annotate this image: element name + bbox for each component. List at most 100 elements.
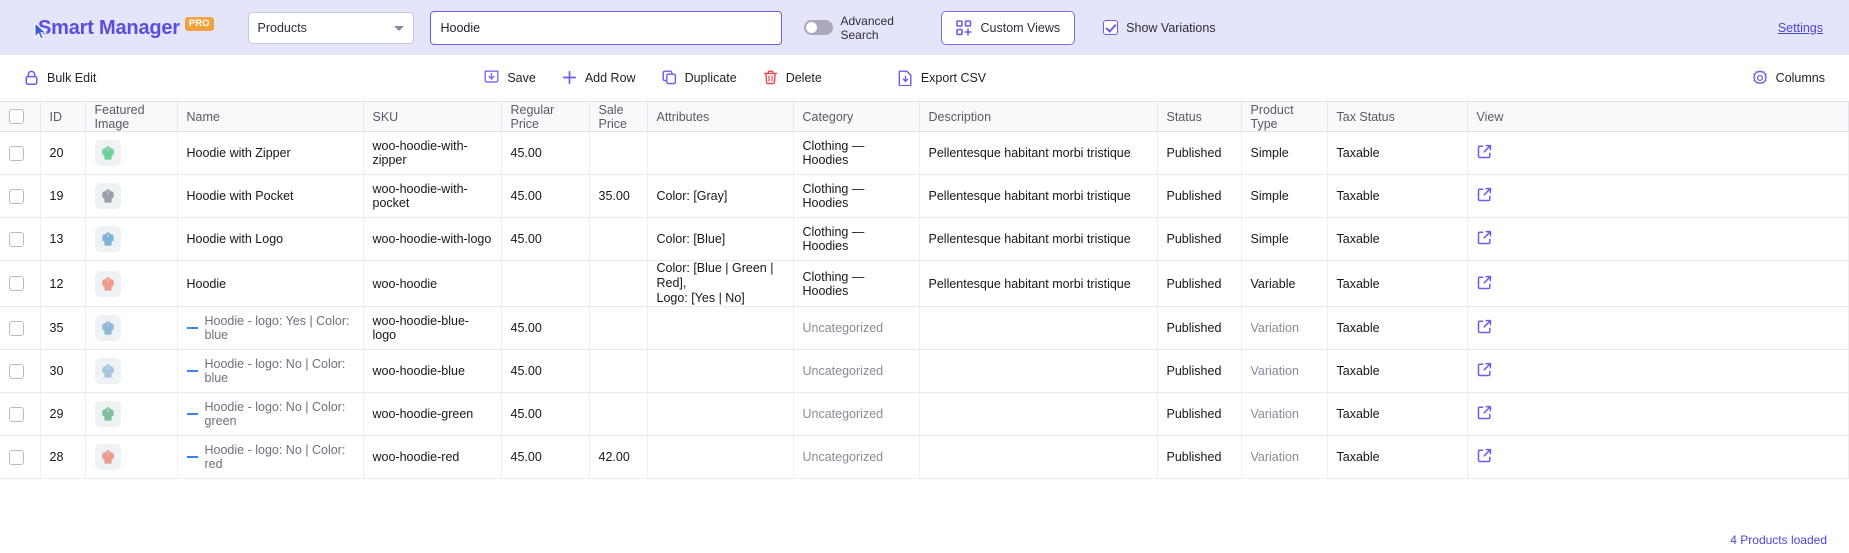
row-checkbox[interactable] [9, 231, 24, 247]
column-header-id[interactable]: ID [40, 101, 86, 132]
cell-regular-price[interactable]: 45.00 [501, 217, 590, 261]
cell-status[interactable]: Published [1157, 392, 1242, 436]
external-link-icon[interactable] [1477, 275, 1492, 290]
column-header-attributes[interactable]: Attributes [647, 101, 794, 132]
cell-tax-status[interactable]: Taxable [1327, 174, 1468, 218]
table-row[interactable]: 12 Hoodie woo-hoodie Color: [Blue | Green |… [0, 260, 1849, 307]
row-select-cell[interactable] [0, 435, 41, 479]
column-header-category[interactable]: Category [793, 101, 920, 132]
cell-name[interactable]: Hoodie - logo: No | Color: red [177, 435, 364, 479]
cell-status[interactable]: Published [1157, 131, 1242, 175]
external-link-icon[interactable] [1477, 448, 1492, 463]
table-row[interactable]: 30 Hoodie - logo: No | Color: blue woo-hoo… [0, 349, 1849, 393]
checkbox-checked-icon[interactable] [1103, 20, 1119, 35]
cell-description[interactable] [919, 392, 1158, 436]
cell-id[interactable]: 30 [40, 349, 86, 393]
cell-sku[interactable]: woo-hoodie [363, 260, 502, 307]
cell-tax-status[interactable]: Taxable [1327, 217, 1468, 261]
cell-description[interactable] [919, 349, 1158, 393]
cell-product-type[interactable]: Variable [1241, 260, 1328, 307]
cell-sku[interactable]: woo-hoodie-with-pocket [363, 174, 502, 218]
external-link-icon[interactable] [1477, 362, 1492, 377]
external-link-icon[interactable] [1477, 405, 1492, 420]
column-header-view[interactable]: View [1467, 101, 1849, 132]
column-header-sale-price[interactable]: Sale Price [589, 101, 648, 132]
cell-id[interactable]: 29 [40, 392, 86, 436]
cell-name[interactable]: Hoodie - logo: No | Color: green [177, 392, 364, 436]
custom-views-button[interactable]: Custom Views [940, 10, 1076, 45]
show-variations-checkbox[interactable]: Show Variations [1103, 20, 1216, 35]
cell-product-type[interactable]: Variation [1241, 435, 1328, 479]
cell-featured-image[interactable] [85, 349, 178, 393]
module-select[interactable]: Products [247, 11, 414, 44]
cell-name[interactable]: Hoodie - logo: No | Color: blue [177, 349, 364, 393]
cell-regular-price[interactable]: 45.00 [501, 435, 590, 479]
cell-sku[interactable]: woo-hoodie-with-zipper [363, 131, 502, 175]
cell-id[interactable]: 20 [40, 131, 86, 175]
cell-sku[interactable]: woo-hoodie-red [363, 435, 502, 479]
cell-description[interactable]: Pellentesque habitant morbi tristique [919, 260, 1158, 307]
column-header-product-type[interactable]: Product Type [1241, 101, 1328, 132]
cell-name[interactable]: Hoodie with Zipper [177, 131, 364, 175]
cell-view[interactable] [1467, 392, 1849, 436]
cell-view[interactable] [1467, 217, 1849, 261]
cell-tax-status[interactable]: Taxable [1327, 306, 1468, 350]
cell-category[interactable]: Uncategorized [793, 392, 920, 436]
cell-sale-price[interactable]: 42.00 [589, 435, 648, 479]
cell-status[interactable]: Published [1157, 435, 1242, 479]
cell-status[interactable]: Published [1157, 217, 1242, 261]
cell-attributes[interactable] [647, 131, 794, 175]
external-link-icon[interactable] [1477, 144, 1492, 159]
table-row[interactable]: 19 Hoodie with Pocket woo-hoodie-with-pock… [0, 174, 1849, 218]
cell-sale-price[interactable] [589, 306, 648, 350]
cell-featured-image[interactable] [85, 217, 178, 261]
cell-name[interactable]: Hoodie with Pocket [177, 174, 364, 218]
export-csv-button[interactable]: Export CSV [898, 70, 986, 86]
cell-status[interactable]: Published [1157, 260, 1242, 307]
search-input[interactable]: Hoodie [429, 10, 782, 45]
external-link-icon[interactable] [1477, 230, 1492, 245]
cell-attributes[interactable] [647, 349, 794, 393]
cell-view[interactable] [1467, 131, 1849, 175]
table-row[interactable]: 20 Hoodie with Zipper woo-hoodie-with-zipp… [0, 131, 1849, 175]
cell-sale-price[interactable] [589, 349, 648, 393]
table-row[interactable]: 29 Hoodie - logo: No | Color: green woo-ho… [0, 392, 1849, 436]
row-select-cell[interactable] [0, 260, 41, 307]
cell-id[interactable]: 19 [40, 174, 86, 218]
cell-tax-status[interactable]: Taxable [1327, 435, 1468, 479]
table-row[interactable]: 28 Hoodie - logo: No | Color: red woo-hood… [0, 435, 1849, 479]
cell-status[interactable]: Published [1157, 174, 1242, 218]
cell-sale-price[interactable] [589, 131, 648, 175]
cell-attributes[interactable] [647, 392, 794, 436]
select-all-checkbox[interactable] [9, 109, 24, 124]
column-header-description[interactable]: Description [919, 101, 1158, 132]
cell-featured-image[interactable] [85, 131, 178, 175]
cell-attributes[interactable] [647, 306, 794, 350]
table-row[interactable]: 35 Hoodie - logo: Yes | Color: blue woo-ho… [0, 306, 1849, 350]
cell-description[interactable]: Pellentesque habitant morbi tristique [919, 131, 1158, 175]
bulk-edit-button[interactable]: Bulk Edit [24, 70, 96, 86]
cell-description[interactable]: Pellentesque habitant morbi tristique [919, 174, 1158, 218]
cell-tax-status[interactable]: Taxable [1327, 392, 1468, 436]
cell-sku[interactable]: woo-hoodie-green [363, 392, 502, 436]
cell-category[interactable]: Uncategorized [793, 349, 920, 393]
cell-sale-price[interactable] [589, 217, 648, 261]
column-header-featured-image[interactable]: Featured Image [85, 101, 178, 132]
cell-product-type[interactable]: Simple [1241, 217, 1328, 261]
cell-id[interactable]: 35 [40, 306, 86, 350]
cell-category[interactable]: Clothing — Hoodies [793, 217, 920, 261]
cell-attributes[interactable] [647, 435, 794, 479]
cell-featured-image[interactable] [85, 306, 178, 350]
cell-description[interactable] [919, 435, 1158, 479]
column-header-sku[interactable]: SKU [363, 101, 502, 132]
cell-product-type[interactable]: Simple [1241, 174, 1328, 218]
row-checkbox[interactable] [9, 406, 24, 422]
cell-view[interactable] [1467, 306, 1849, 350]
duplicate-button[interactable]: Duplicate [662, 70, 737, 85]
external-link-icon[interactable] [1477, 187, 1492, 202]
cell-featured-image[interactable] [85, 260, 178, 307]
cell-name[interactable]: Hoodie with Logo [177, 217, 364, 261]
external-link-icon[interactable] [1477, 319, 1492, 334]
row-checkbox[interactable] [9, 320, 24, 336]
cell-sku[interactable]: woo-hoodie-with-logo [363, 217, 502, 261]
